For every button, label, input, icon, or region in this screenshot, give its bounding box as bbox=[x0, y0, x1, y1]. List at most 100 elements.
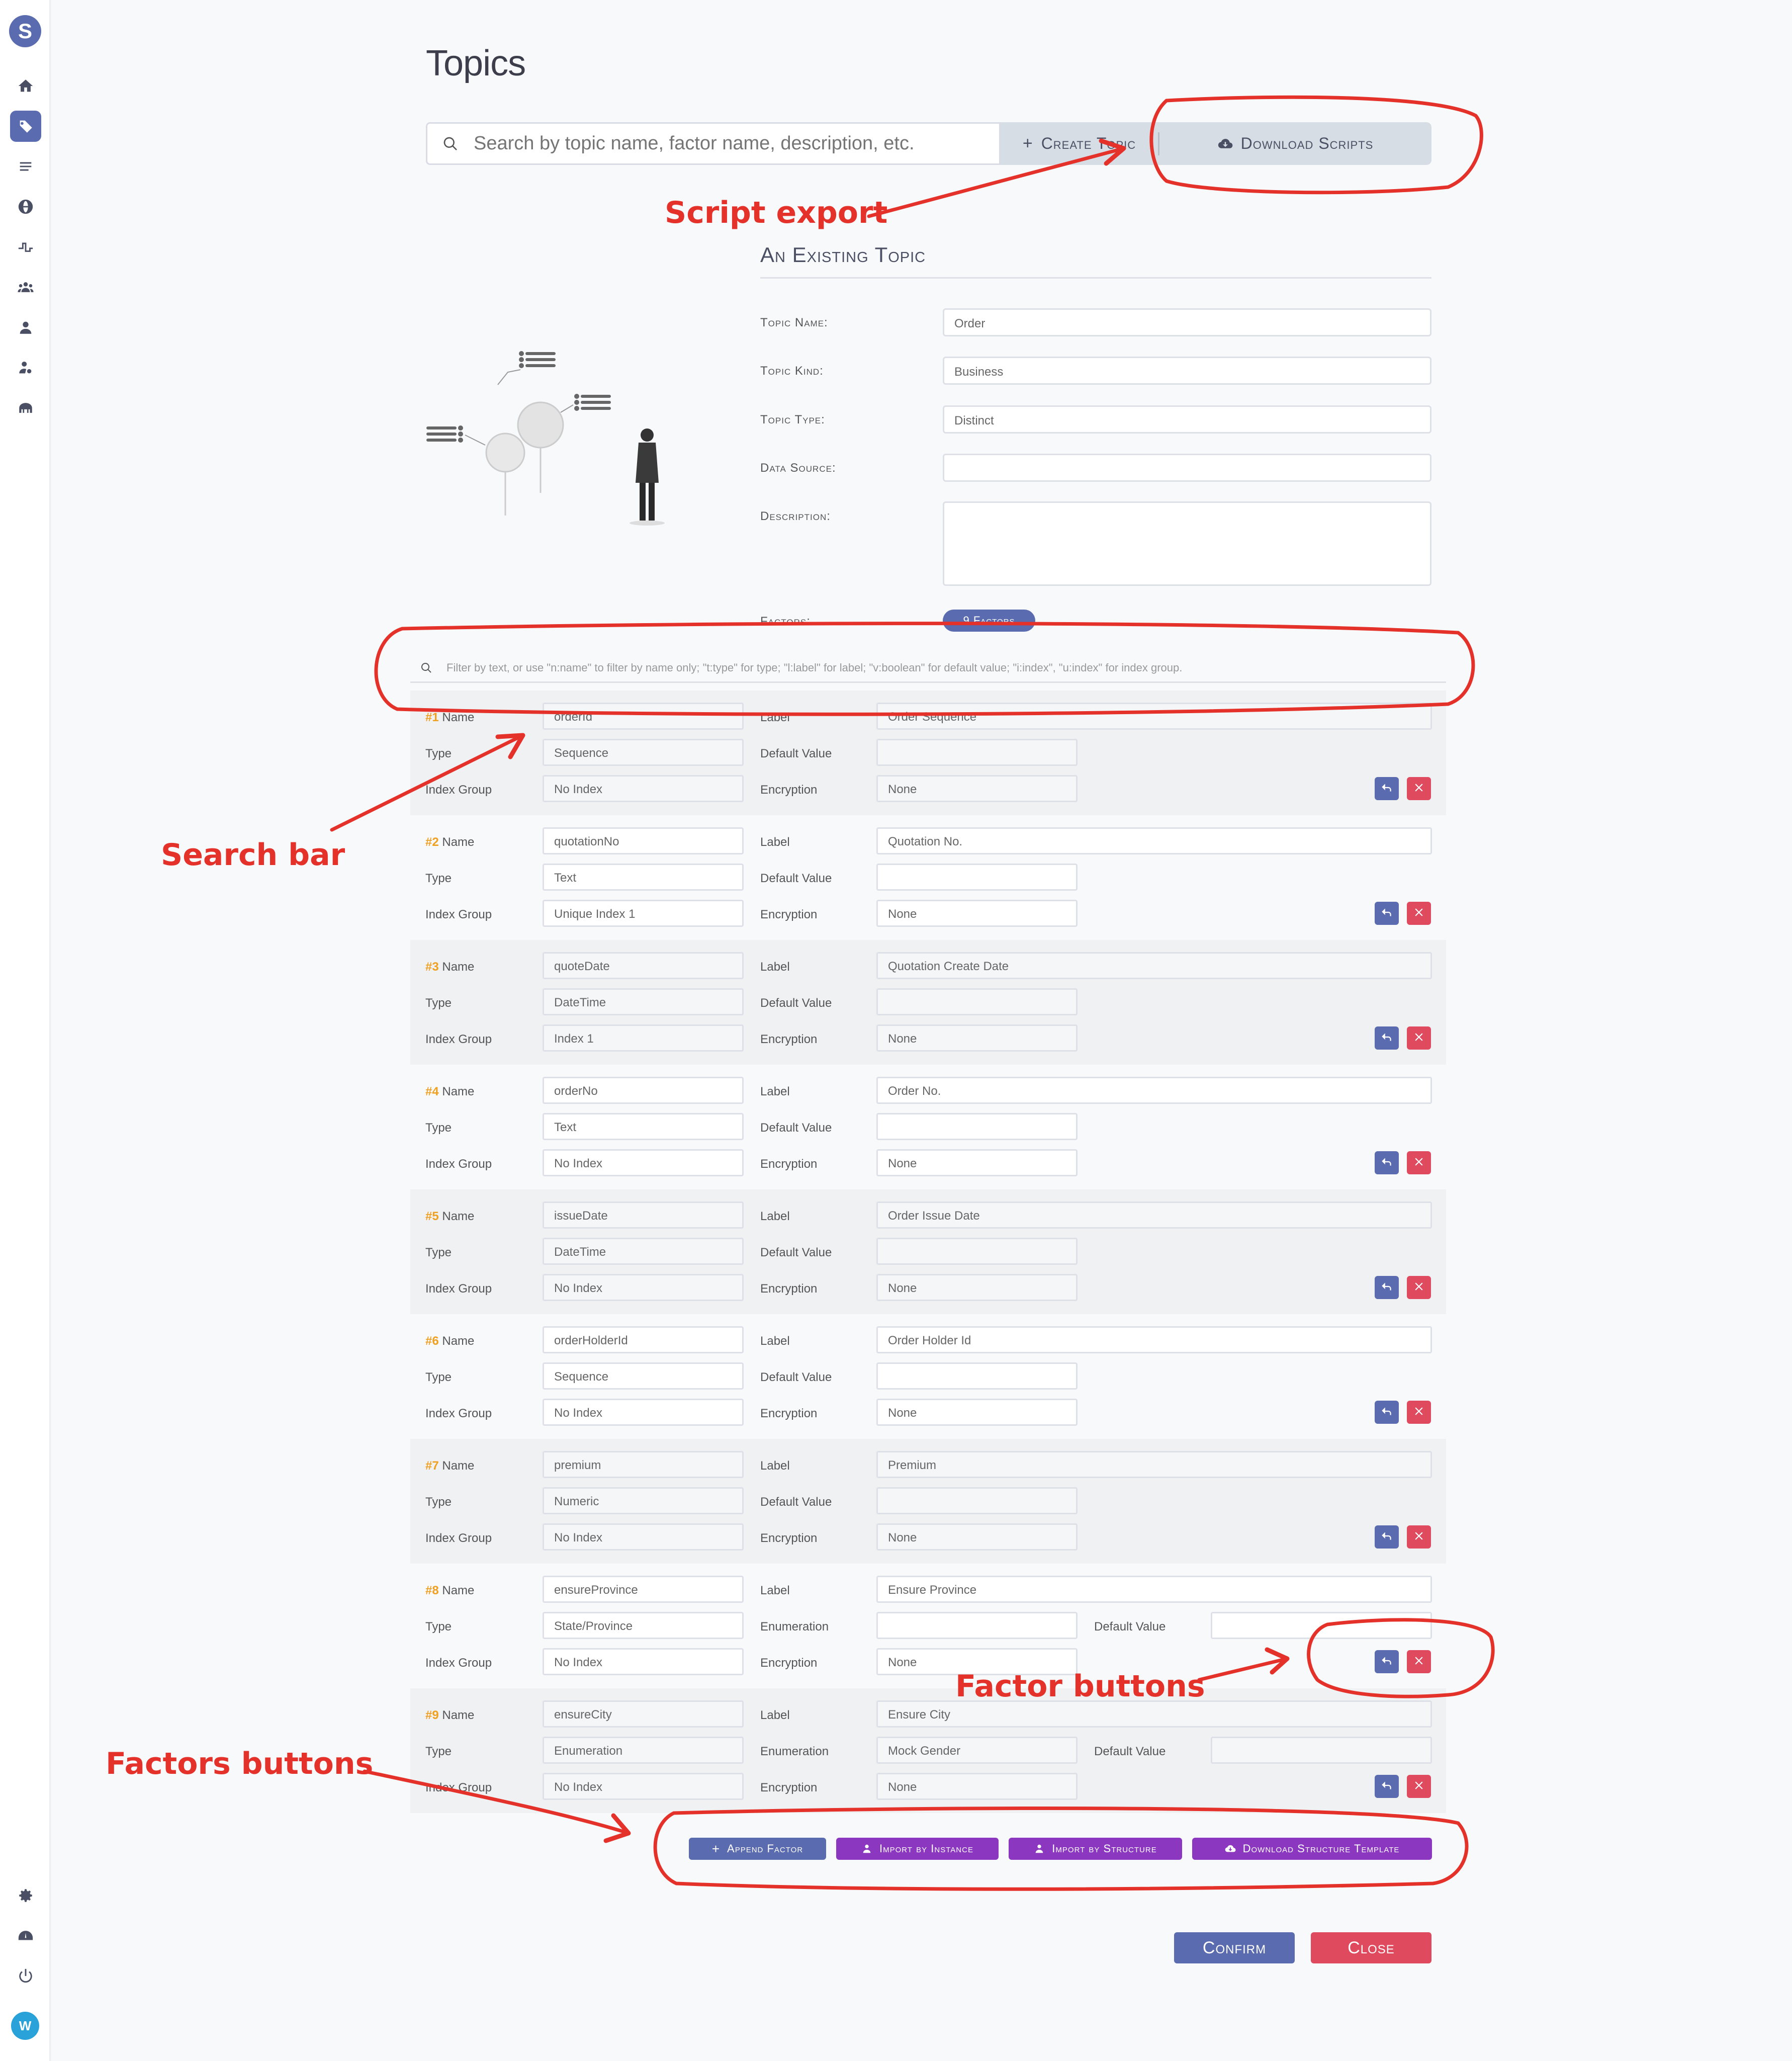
factor-index-group-select[interactable]: No Index bbox=[543, 1399, 744, 1426]
factor-name-input[interactable]: ensureProvince bbox=[543, 1576, 744, 1603]
factor-label-input[interactable]: Order Holder Id bbox=[876, 1326, 1432, 1353]
factor-default-value-input[interactable] bbox=[876, 1238, 1078, 1265]
sidebar-item-pipeline[interactable] bbox=[0, 229, 51, 265]
factor-label-input[interactable]: Order Issue Date bbox=[876, 1201, 1432, 1229]
factor-type-select[interactable]: Numeric bbox=[543, 1487, 744, 1514]
app-logo[interactable]: S bbox=[9, 15, 41, 47]
factor-default-value-input[interactable] bbox=[876, 864, 1078, 891]
factor-delete-button[interactable] bbox=[1407, 1650, 1431, 1673]
factor-undo-button[interactable] bbox=[1375, 1276, 1399, 1299]
factor-name-input[interactable]: quoteDate bbox=[543, 952, 744, 979]
factor-undo-button[interactable] bbox=[1375, 1775, 1399, 1798]
factor-type-select[interactable]: Enumeration bbox=[543, 1737, 744, 1764]
factor-index-group-select[interactable]: No Index bbox=[543, 1149, 744, 1176]
factor-label-input[interactable]: Quotation No. bbox=[876, 827, 1432, 854]
factor-default-value-input[interactable] bbox=[876, 1113, 1078, 1140]
factor-name-input[interactable]: premium bbox=[543, 1451, 744, 1478]
factor-label-input[interactable]: Premium bbox=[876, 1451, 1432, 1478]
factor-default-value-input[interactable] bbox=[876, 739, 1078, 766]
factor-type-select[interactable]: Text bbox=[543, 864, 744, 891]
factor-index-group-select[interactable]: Index 1 bbox=[543, 1024, 744, 1052]
factor-encryption-select[interactable]: None bbox=[876, 1149, 1078, 1176]
factor-type-select[interactable]: Text bbox=[543, 1113, 744, 1140]
sidebar-item-settings[interactable] bbox=[0, 1878, 51, 1913]
import-by-instance-button[interactable]: Import by Instance bbox=[836, 1838, 999, 1860]
sidebar-item-spaces[interactable] bbox=[0, 390, 51, 425]
description-textarea[interactable] bbox=[943, 501, 1431, 586]
factor-default-value-input[interactable] bbox=[1211, 1612, 1432, 1639]
factor-label-input[interactable]: Quotation Create Date bbox=[876, 952, 1432, 979]
factor-enumeration-select[interactable]: Mock Gender bbox=[876, 1737, 1078, 1764]
factor-type-select[interactable]: Sequence bbox=[543, 1362, 744, 1390]
factor-index-group-select[interactable]: No Index bbox=[543, 1523, 744, 1551]
import-by-structure-button[interactable]: Import by Structure bbox=[1009, 1838, 1182, 1860]
factor-name-input[interactable]: orderId bbox=[543, 703, 744, 730]
factor-encryption-select[interactable]: None bbox=[876, 1523, 1078, 1551]
factor-type-select[interactable]: DateTime bbox=[543, 988, 744, 1015]
sidebar-item-user[interactable] bbox=[0, 310, 51, 345]
download-structure-template-button[interactable]: Download Structure Template bbox=[1192, 1838, 1432, 1860]
factor-index-group-select[interactable]: No Index bbox=[543, 775, 744, 802]
topic-kind-select[interactable]: Business bbox=[943, 357, 1431, 385]
factor-name-input[interactable]: orderHolderId bbox=[543, 1326, 744, 1353]
factor-delete-button[interactable] bbox=[1407, 902, 1431, 925]
factor-name-input[interactable]: quotationNo bbox=[543, 827, 744, 854]
sidebar-item-groups[interactable] bbox=[0, 270, 51, 305]
data-source-select[interactable] bbox=[943, 454, 1431, 482]
factor-encryption-select[interactable]: None bbox=[876, 1274, 1078, 1301]
factor-encryption-select[interactable]: None bbox=[876, 1399, 1078, 1426]
factor-type-select[interactable]: DateTime bbox=[543, 1238, 744, 1265]
sidebar-item-admin[interactable] bbox=[0, 350, 51, 385]
sidebar-item-topics[interactable] bbox=[0, 109, 51, 144]
avatar[interactable]: W bbox=[11, 2012, 39, 2040]
factor-undo-button[interactable] bbox=[1375, 1650, 1399, 1673]
factor-delete-button[interactable] bbox=[1407, 1151, 1431, 1174]
factor-encryption-select[interactable]: None bbox=[876, 775, 1078, 802]
factor-name-input[interactable]: issueDate bbox=[543, 1201, 744, 1229]
close-button[interactable]: Close bbox=[1311, 1932, 1431, 1963]
factor-type-select[interactable]: Sequence bbox=[543, 739, 744, 766]
confirm-button[interactable]: Confirm bbox=[1174, 1932, 1295, 1963]
factor-undo-button[interactable] bbox=[1375, 1151, 1399, 1174]
factor-default-value-input[interactable] bbox=[876, 1487, 1078, 1514]
factor-default-value-input[interactable] bbox=[1211, 1737, 1432, 1764]
sidebar-item-globe[interactable] bbox=[0, 189, 51, 224]
factor-enumeration-select[interactable] bbox=[876, 1612, 1078, 1639]
factor-delete-button[interactable] bbox=[1407, 1276, 1431, 1299]
factors-count-badge[interactable]: 9 Factors bbox=[943, 610, 1035, 632]
search-input[interactable] bbox=[474, 133, 976, 154]
factor-delete-button[interactable] bbox=[1407, 1525, 1431, 1549]
factor-label-input[interactable]: Order No. bbox=[876, 1077, 1432, 1104]
factor-encryption-select[interactable]: None bbox=[876, 1773, 1078, 1800]
factor-delete-button[interactable] bbox=[1407, 1401, 1431, 1424]
factor-delete-button[interactable] bbox=[1407, 1775, 1431, 1798]
factor-undo-button[interactable] bbox=[1375, 902, 1399, 925]
factor-label-input[interactable]: Order Sequence bbox=[876, 703, 1432, 730]
topic-search[interactable] bbox=[426, 122, 1001, 165]
sidebar-item-list[interactable] bbox=[0, 149, 51, 184]
sidebar-item-logout[interactable] bbox=[0, 1958, 51, 1994]
factor-filter[interactable]: Filter by text, or use "n:name" to filte… bbox=[410, 654, 1446, 683]
topic-type-select[interactable]: Distinct bbox=[943, 405, 1431, 434]
create-topic-button[interactable]: + Create Topic bbox=[1001, 122, 1158, 165]
append-factor-button[interactable]: + Append Factor bbox=[689, 1838, 826, 1860]
factor-label-input[interactable]: Ensure City bbox=[876, 1700, 1432, 1728]
factor-default-value-input[interactable] bbox=[876, 988, 1078, 1015]
factor-encryption-select[interactable]: None bbox=[876, 900, 1078, 927]
download-scripts-button[interactable]: Download Scripts bbox=[1159, 122, 1431, 165]
factor-name-input[interactable]: orderNo bbox=[543, 1077, 744, 1104]
factor-undo-button[interactable] bbox=[1375, 1401, 1399, 1424]
factor-delete-button[interactable] bbox=[1407, 777, 1431, 800]
factor-undo-button[interactable] bbox=[1375, 1525, 1399, 1549]
factor-type-select[interactable]: State/Province bbox=[543, 1612, 744, 1639]
factor-label-input[interactable]: Ensure Province bbox=[876, 1576, 1432, 1603]
factor-index-group-select[interactable]: Unique Index 1 bbox=[543, 900, 744, 927]
sidebar-item-home[interactable] bbox=[0, 68, 51, 104]
factor-encryption-select[interactable]: None bbox=[876, 1024, 1078, 1052]
factor-name-input[interactable]: ensureCity bbox=[543, 1700, 744, 1728]
factor-index-group-select[interactable]: No Index bbox=[543, 1648, 744, 1675]
factor-delete-button[interactable] bbox=[1407, 1026, 1431, 1050]
topic-name-input[interactable]: Order bbox=[943, 308, 1431, 336]
factor-default-value-input[interactable] bbox=[876, 1362, 1078, 1390]
sidebar-item-dashboard[interactable] bbox=[0, 1918, 51, 1953]
